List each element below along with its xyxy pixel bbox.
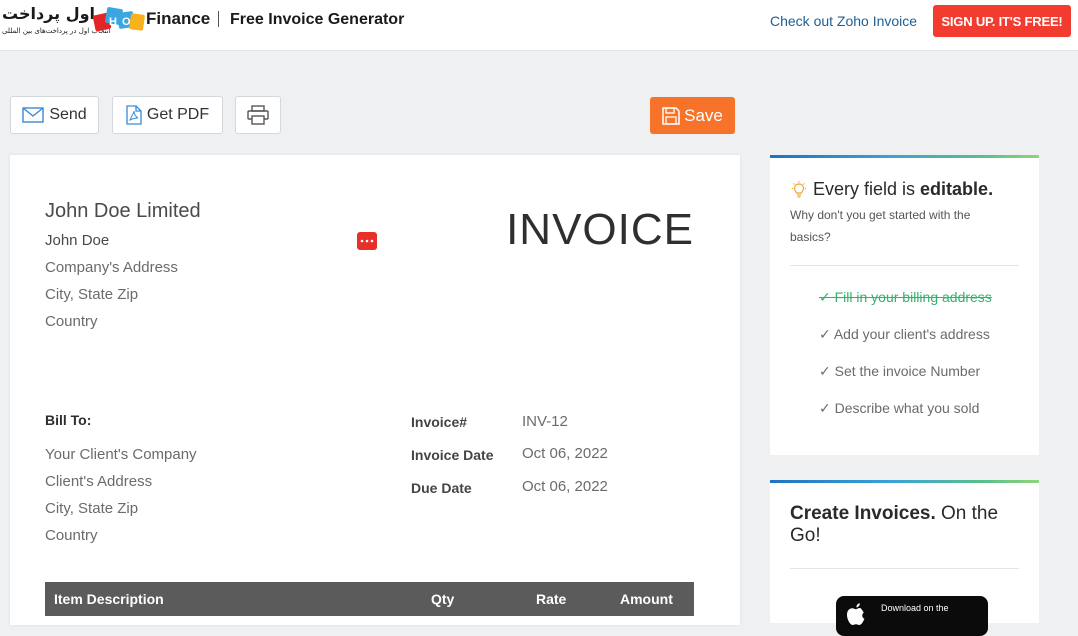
tips-card: Every field is editable. Why don't you g… — [770, 155, 1039, 455]
invoice-date-label[interactable]: Invoice Date — [411, 447, 493, 463]
check-zoho-invoice-link[interactable]: Check out Zoho Invoice — [770, 13, 917, 29]
save-label: Save — [684, 105, 723, 125]
tips-subtitle: Why don't you get started with the basic… — [790, 208, 971, 244]
invoice-date-value[interactable]: Oct 06, 2022 — [522, 445, 608, 462]
app-store-badge[interactable]: Download on the — [836, 596, 988, 636]
due-date-label[interactable]: Due Date — [411, 480, 472, 496]
due-date-value[interactable]: Oct 06, 2022 — [522, 478, 608, 495]
brand-divider — [218, 11, 219, 27]
invoice-title[interactable]: INVOICE — [506, 205, 694, 255]
send-label: Send — [49, 106, 87, 123]
svg-text:O: O — [122, 16, 131, 28]
tips-heading-bold: editable. — [920, 179, 994, 199]
column-amount[interactable]: Amount — [620, 591, 673, 607]
send-button[interactable]: Send — [10, 96, 99, 134]
promo-heading-bold: Create Invoices. — [790, 503, 936, 524]
promo-card: Create Invoices. On the Go! Download on … — [770, 480, 1039, 636]
invoice-paper: John Doe Limited John Doe Company's Addr… — [10, 155, 740, 625]
tip-item-describe-sold[interactable]: ✓ Describe what you sold — [819, 400, 979, 417]
items-table-header: Item Description Qty Rate Amount — [45, 582, 694, 616]
to-city[interactable]: City, State Zip — [45, 500, 138, 517]
from-company-name[interactable]: John Doe Limited — [45, 200, 201, 223]
to-address[interactable]: Client's Address — [45, 473, 152, 490]
envelope-icon — [22, 107, 45, 123]
column-qty[interactable]: Qty — [431, 591, 454, 607]
tips-divider — [790, 265, 1019, 266]
pdf-file-icon — [126, 105, 142, 125]
lightbulb-icon — [792, 180, 806, 198]
from-country[interactable]: Country — [45, 313, 98, 330]
column-rate[interactable]: Rate — [536, 591, 566, 607]
tip-item-billing-address[interactable]: ✓ Fill in your billing address — [819, 289, 992, 306]
column-item-description[interactable]: Item Description — [54, 591, 164, 607]
invoice-number-label[interactable]: Invoice# — [411, 414, 467, 430]
tip-item-client-address[interactable]: ✓ Add your client's address — [819, 326, 990, 343]
store-badge-text: Download on the — [881, 603, 949, 613]
from-address[interactable]: Company's Address — [45, 259, 178, 276]
to-company[interactable]: Your Client's Company — [45, 446, 197, 463]
tips-heading: Every field is editable. — [790, 179, 993, 200]
get-pdf-label: Get PDF — [146, 106, 210, 123]
bill-to-label[interactable]: Bill To: — [45, 412, 91, 428]
signup-button[interactable]: SIGN UP. IT'S FREE! — [933, 5, 1071, 37]
more-options-button[interactable] — [357, 232, 377, 250]
tips-heading-prefix: Every field is — [813, 179, 916, 199]
zoho-logo-icon: H O — [92, 7, 145, 32]
print-button[interactable] — [235, 96, 281, 134]
from-city[interactable]: City, State Zip — [45, 286, 138, 303]
get-pdf-button[interactable]: Get PDF — [112, 96, 223, 134]
apple-icon — [847, 603, 865, 625]
promo-divider — [790, 568, 1019, 569]
top-header: اول پرداخت انتخاب اول در پرداخت‌های بین … — [0, 0, 1078, 51]
save-button[interactable]: Save — [650, 97, 735, 134]
invoice-number-value[interactable]: INV-12 — [522, 413, 568, 430]
tip-item-invoice-number[interactable]: ✓ Set the invoice Number — [819, 363, 980, 380]
to-country[interactable]: Country — [45, 527, 98, 544]
from-name[interactable]: John Doe — [45, 232, 109, 249]
page-title: Free Invoice Generator — [230, 11, 405, 28]
printer-icon — [247, 105, 269, 125]
more-dots-icon — [360, 239, 374, 243]
floppy-disk-icon — [662, 106, 680, 125]
svg-text:H: H — [109, 16, 117, 28]
promo-heading: Create Invoices. On the Go! — [790, 503, 1020, 547]
watermark-logo-text: اول پرداخت — [2, 4, 96, 23]
brand-name: Finance — [146, 9, 211, 28]
